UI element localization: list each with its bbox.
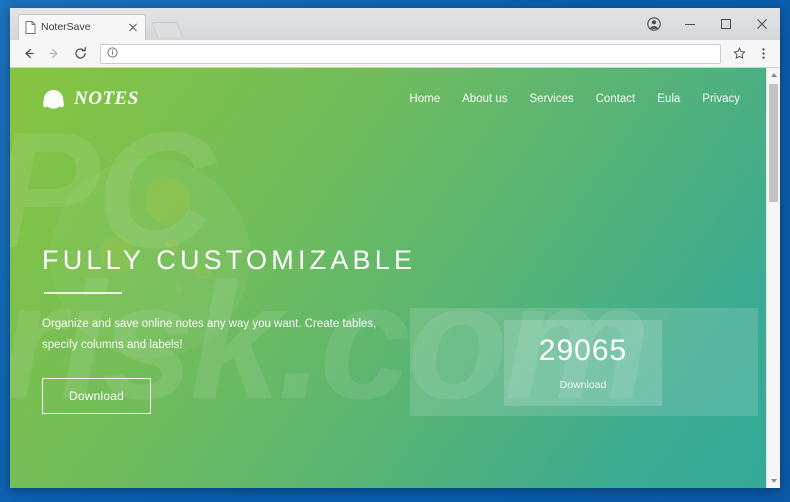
reload-button[interactable] (68, 42, 92, 66)
minimize-button[interactable] (672, 8, 708, 40)
nav-item-eula[interactable]: Eula (657, 93, 680, 105)
brand-name: NOTES (74, 88, 139, 109)
hero-subtitle: Organize and save online notes any way y… (42, 317, 377, 351)
download-count-label: Download (559, 378, 607, 391)
nav-item-contact[interactable]: Contact (596, 93, 636, 105)
window-controls (636, 8, 780, 40)
maximize-button[interactable] (708, 8, 744, 40)
decorative-circle (145, 178, 191, 224)
back-button[interactable] (16, 42, 40, 66)
browser-tab[interactable]: NoterSave (18, 14, 146, 40)
page-scrollbar[interactable] (766, 68, 780, 488)
page-icon (25, 21, 36, 34)
headphones-icon (40, 86, 67, 113)
site-info-icon[interactable] (107, 45, 118, 63)
page-title: FULLY CUSTOMIZABLE (42, 245, 417, 275)
browser-titlebar: NoterSave (10, 8, 780, 40)
site-navigation: Home About us Services Contact Eula Priv… (409, 93, 740, 105)
forward-button[interactable] (42, 42, 66, 66)
scroll-down-arrow-icon[interactable] (767, 474, 780, 488)
scrollbar-thumb[interactable] (769, 84, 778, 202)
scroll-up-arrow-icon[interactable] (767, 68, 780, 82)
profile-icon[interactable] (636, 8, 672, 40)
hero-content: FULLY CUSTOMIZABLE Organize and save onl… (42, 245, 417, 415)
browser-menu-icon[interactable] (752, 43, 774, 65)
nav-item-privacy[interactable]: Privacy (702, 93, 740, 105)
download-count-value: 29065 (538, 333, 628, 367)
close-window-button[interactable] (744, 8, 780, 40)
hero-section: PC risk.com NOTES Home About us Services… (10, 68, 766, 488)
nav-item-home[interactable]: Home (409, 93, 440, 105)
page-viewport: PC risk.com NOTES Home About us Services… (10, 68, 780, 488)
download-button[interactable]: Download (42, 378, 151, 415)
bookmark-star-icon[interactable] (728, 43, 750, 65)
browser-toolbar (10, 40, 780, 68)
tab-title: NoterSave (41, 22, 91, 33)
close-icon[interactable] (127, 22, 139, 34)
nav-item-about-us[interactable]: About us (462, 93, 507, 105)
tab-strip: NoterSave (10, 8, 184, 40)
title-underline (44, 291, 122, 294)
browser-window: NoterSave PC risk.com NOTES Home About u… (10, 8, 780, 488)
new-tab-button[interactable] (150, 22, 184, 37)
download-counter-box: 29065 Download (504, 320, 662, 406)
nav-item-services[interactable]: Services (530, 93, 574, 105)
site-header: NOTES Home About us Services Contact Eul… (10, 68, 766, 130)
brand-logo[interactable]: NOTES (40, 86, 139, 113)
download-counter-panel: 29065 Download (410, 308, 758, 416)
address-bar[interactable] (100, 43, 721, 64)
